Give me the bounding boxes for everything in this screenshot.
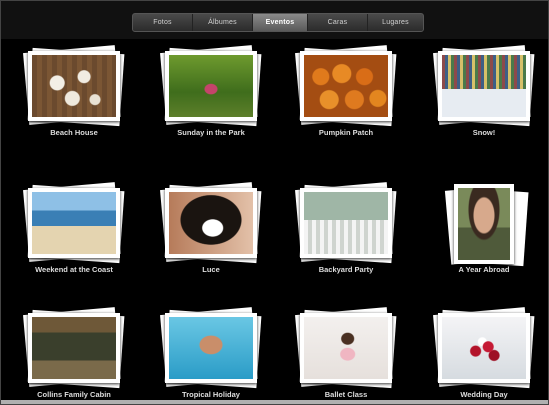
event-weekend-at-the-coast[interactable]: Weekend at the Coast [14, 176, 134, 296]
park-photo [169, 55, 253, 117]
wedding-photo [442, 317, 526, 379]
tab-fotos[interactable]: Fotos [133, 14, 193, 31]
photo-stack [160, 182, 262, 266]
view-segmented-control: Fotos Álbumes Eventos Caras Lugares [132, 13, 424, 32]
cover-photo [438, 51, 530, 121]
event-title: Pumpkin Patch [318, 128, 374, 137]
tab-albumes[interactable]: Álbumes [193, 14, 253, 31]
cover-photo [454, 184, 514, 264]
event-title: Ballet Class [324, 390, 368, 399]
ballet-photo [304, 317, 388, 379]
event-snow[interactable]: Snow! [424, 39, 544, 159]
event-collins-family-cabin[interactable]: Collins Family Cabin [14, 301, 134, 404]
event-title: A Year Abroad [458, 265, 510, 274]
event-pumpkin-patch[interactable]: Pumpkin Patch [286, 39, 406, 159]
tab-lugares[interactable]: Lugares [368, 14, 423, 31]
tab-caras[interactable]: Caras [308, 14, 368, 31]
cover-photo [165, 51, 257, 121]
event-title: Beach House [50, 128, 98, 137]
cover-photo [165, 188, 257, 258]
event-title: Sunday in the Park [177, 128, 245, 137]
photo-stack [295, 182, 397, 266]
photo-stack [434, 184, 534, 267]
cover-photo [28, 51, 120, 121]
cabin-photo [32, 317, 116, 379]
event-title: Tropical Holiday [182, 390, 240, 399]
cover-photo [300, 51, 392, 121]
cover-photo [438, 313, 530, 383]
cover-photo [300, 313, 392, 383]
event-a-year-abroad[interactable]: A Year Abroad [424, 176, 544, 296]
coast-photo [32, 192, 116, 254]
photo-stack [23, 182, 125, 266]
photo-stack [433, 307, 535, 391]
cover-photo [165, 313, 257, 383]
event-title: Luce [202, 265, 220, 274]
photo-stack [295, 45, 397, 129]
event-beach-house[interactable]: Beach House [14, 39, 134, 159]
photo-stack [160, 307, 262, 391]
backyard-photo [304, 192, 388, 254]
event-wedding-day[interactable]: Wedding Day [424, 301, 544, 404]
top-toolbar: Fotos Álbumes Eventos Caras Lugares [1, 1, 548, 39]
cover-photo [28, 188, 120, 258]
pumpkin-photo [304, 55, 388, 117]
photo-stack [433, 45, 535, 129]
event-title: Weekend at the Coast [35, 265, 113, 274]
event-sunday-in-the-park[interactable]: Sunday in the Park [151, 39, 271, 159]
snow-photo [442, 55, 526, 117]
event-luce[interactable]: Luce [151, 176, 271, 296]
event-title: Wedding Day [460, 390, 508, 399]
photos-app-screen: Fotos Álbumes Eventos Caras Lugares Beac… [0, 0, 549, 405]
event-title: Collins Family Cabin [37, 390, 111, 399]
photo-stack [23, 307, 125, 391]
event-title: Snow! [472, 128, 496, 137]
events-grid: Beach House Sunday in the Park Pumpkin P… [1, 39, 548, 404]
bottom-edge [1, 400, 548, 404]
event-backyard-party[interactable]: Backyard Party [286, 176, 406, 296]
event-title: Backyard Party [318, 265, 374, 274]
cover-photo [300, 188, 392, 258]
dog-photo [169, 192, 253, 254]
cover-photo [28, 313, 120, 383]
event-ballet-class[interactable]: Ballet Class [286, 301, 406, 404]
photo-stack [160, 45, 262, 129]
tab-eventos[interactable]: Eventos [253, 14, 308, 31]
beach-photo [32, 55, 116, 117]
photo-stack [295, 307, 397, 391]
tropical-photo [169, 317, 253, 379]
photo-stack [23, 45, 125, 129]
portrait-photo [458, 188, 510, 260]
event-tropical-holiday[interactable]: Tropical Holiday [151, 301, 271, 404]
